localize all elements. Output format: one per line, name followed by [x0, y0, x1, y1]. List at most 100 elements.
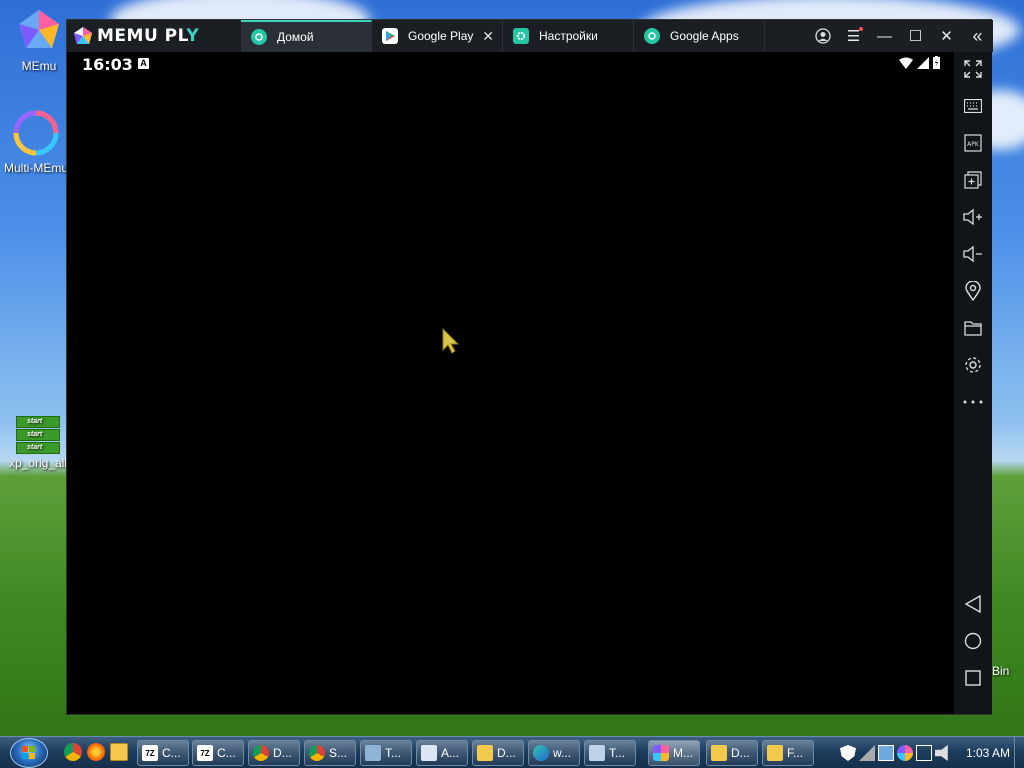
apk-install-icon[interactable]: APK — [961, 131, 985, 155]
taskbar-item-label: w... — [553, 746, 572, 760]
close-icon[interactable]: ✕ — [931, 20, 962, 52]
account-icon[interactable] — [807, 20, 838, 52]
security-shield-icon[interactable] — [840, 745, 856, 761]
folder-icon[interactable] — [961, 316, 985, 340]
google-play-icon — [382, 28, 398, 44]
recycle-bin-label[interactable]: Bin — [992, 664, 1009, 678]
desktop-icon-xp-orig[interactable]: start start start xp_orig_all — [3, 416, 73, 470]
taskbar-item[interactable]: D... — [706, 740, 758, 766]
taskbar-item-label: D... — [731, 746, 750, 760]
taskbar-item-label: S... — [329, 746, 348, 760]
xp-thumbnail-icon: start start start — [16, 416, 60, 454]
explorer-icon[interactable] — [110, 743, 128, 761]
tab-close-icon[interactable]: ✕ — [482, 28, 494, 45]
tab-label: Google Apps — [670, 29, 739, 43]
desktop-icon-label: xp_orig_all — [8, 456, 68, 470]
taskbar-item-label: F... — [787, 746, 804, 760]
windows-taskbar: 7Z C... 7Z C... D... S... T... A... D... w… — [0, 736, 1024, 768]
system-icons — [899, 56, 940, 69]
menu-icon[interactable]: ☰ — [838, 20, 869, 52]
edge-icon — [533, 745, 549, 761]
desktop-icon-memu[interactable]: MEmu — [4, 8, 74, 73]
fullscreen-icon[interactable] — [961, 57, 985, 81]
tab-google-apps[interactable]: Google Apps — [634, 20, 765, 52]
brand-name: MEMU PL — [97, 26, 187, 46]
minimize-icon[interactable]: — — [869, 20, 900, 52]
taskbar-item[interactable]: 7Z C... — [192, 740, 244, 766]
back-icon[interactable] — [961, 592, 985, 616]
volume-up-icon[interactable] — [961, 205, 985, 229]
home-icon[interactable] — [961, 629, 985, 653]
apk-label: APK — [967, 141, 980, 148]
display-icon[interactable] — [878, 745, 894, 761]
taskbar-item-active[interactable]: M... — [648, 740, 700, 766]
taskbar-item[interactable]: T... — [360, 740, 412, 766]
taskbar-item[interactable]: S... — [304, 740, 356, 766]
taskbar-item-label: C... — [217, 746, 236, 760]
network-icon[interactable] — [916, 745, 932, 761]
tab-label: Google Play — [408, 29, 474, 43]
desktop-icon-label: Multi-MEmu — [3, 161, 68, 175]
taskbar-item-label: A... — [441, 746, 460, 760]
volume-down-icon[interactable] — [961, 242, 985, 266]
xp-thumb-line: start — [16, 442, 60, 454]
tab-google-play[interactable]: Google Play ✕ — [372, 20, 503, 52]
chrome-icon[interactable] — [64, 743, 82, 761]
start-button[interactable] — [10, 738, 48, 768]
taskbar-item[interactable]: w... — [528, 740, 580, 766]
taskbar-item-label: T... — [385, 746, 402, 760]
tab-label: Настройки — [539, 29, 598, 43]
wifi-icon — [899, 57, 913, 69]
notification-dot — [859, 27, 863, 31]
taskbar-item-label: C... — [162, 746, 181, 760]
xp-thumb-line: start — [16, 429, 60, 441]
taskbar-item-label: D... — [497, 746, 516, 760]
memu-tray-icon[interactable] — [897, 745, 913, 761]
signal-icon — [917, 56, 929, 69]
memu-window: MEMU PLY Домой Google Play ✕ Настройки G… — [66, 19, 993, 715]
multi-window-icon[interactable] — [961, 168, 985, 192]
volume-muted-icon[interactable] — [935, 745, 948, 761]
firefox-icon[interactable] — [87, 743, 105, 761]
tab-label: Домой — [277, 30, 314, 44]
keyboard-icon[interactable] — [961, 94, 985, 118]
taskbar-item[interactable]: A... — [416, 740, 468, 766]
monitor-icon — [589, 745, 605, 761]
desktop-icon-label: MEmu — [21, 59, 57, 73]
network-off-icon[interactable] — [859, 745, 875, 761]
location-icon[interactable] — [961, 279, 985, 303]
taskbar-item[interactable]: T... — [584, 740, 636, 766]
xp-thumb-line: start — [16, 416, 60, 428]
maximize-icon[interactable]: ☐ — [900, 20, 931, 52]
collapse-sidebar-icon[interactable]: « — [962, 20, 993, 52]
memu-icon — [653, 745, 669, 761]
settings-icon[interactable] — [961, 353, 985, 377]
document-icon — [421, 745, 437, 761]
memu-app-icon — [19, 10, 59, 48]
taskbar-item[interactable]: D... — [248, 740, 300, 766]
android-clock: 16:03 — [82, 55, 133, 74]
tab-home[interactable]: Домой — [241, 20, 372, 52]
android-status-bar: 16:03 A — [67, 52, 954, 76]
mouse-cursor-icon — [442, 328, 460, 354]
memu-home-icon — [251, 29, 267, 45]
memu-logo: MEMU PLY — [67, 20, 241, 52]
taskbar-item[interactable]: D... — [472, 740, 524, 766]
tool-sidebar: APK — [954, 52, 992, 714]
taskbar-item[interactable]: F... — [762, 740, 814, 766]
android-screen[interactable]: 16:03 A — [67, 52, 954, 714]
taskbar-item[interactable]: 7Z C... — [137, 740, 189, 766]
desktop-icon-multi-memu[interactable]: Multi-MEmu — [1, 110, 71, 175]
title-bar: MEMU PLY Домой Google Play ✕ Настройки G… — [67, 20, 993, 52]
settings-gear-icon — [513, 28, 529, 44]
tab-settings[interactable]: Настройки — [503, 20, 634, 52]
7zip-icon: 7Z — [142, 745, 158, 761]
taskbar-item-label: D... — [273, 746, 292, 760]
show-desktop-button[interactable] — [1014, 737, 1024, 768]
folder-icon — [477, 745, 493, 761]
brand-text: MEMU PLY — [97, 26, 199, 46]
taskbar-clock[interactable]: 1:03 AM — [966, 746, 1010, 760]
more-icon[interactable] — [961, 390, 985, 414]
recents-icon[interactable] — [961, 666, 985, 690]
notification-a-icon: A — [138, 58, 149, 69]
